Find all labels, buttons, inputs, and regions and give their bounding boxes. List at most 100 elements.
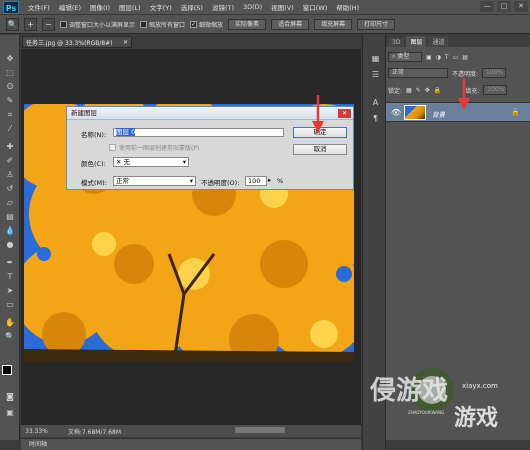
- layer-name-input[interactable]: 图层 0: [113, 128, 284, 137]
- brush-tool-icon[interactable]: ✐: [4, 155, 16, 166]
- checkbox-box[interactable]: [140, 20, 148, 28]
- close-tab-icon[interactable]: ✕: [123, 39, 128, 46]
- resize-windows-checkbox[interactable]: 调整窗口大小以满屏显示: [60, 20, 135, 29]
- marquee-tool-icon[interactable]: ⬚: [4, 67, 16, 78]
- tab-channels[interactable]: 通道: [428, 36, 449, 47]
- menu-view[interactable]: 视图(V): [271, 2, 294, 12]
- eyedropper-tool-icon[interactable]: ⁄: [4, 123, 16, 134]
- lock-all-icon[interactable]: 🔒: [434, 87, 441, 94]
- color-value: 无: [123, 158, 131, 166]
- checkbox-box-checked[interactable]: ✓: [190, 20, 198, 28]
- blur-tool-icon[interactable]: 💧: [4, 225, 16, 236]
- zoom-level[interactable]: 33.33%: [25, 428, 48, 435]
- opacity-stepper-icon[interactable]: ▸: [268, 176, 271, 184]
- menu-help[interactable]: 帮助(H): [336, 2, 359, 12]
- menu-edit[interactable]: 编辑(E): [59, 2, 81, 12]
- zoom-all-checkbox[interactable]: 缩放所有窗口: [140, 20, 185, 29]
- healing-brush-tool-icon[interactable]: ✚: [4, 141, 16, 152]
- watermark-brand: 侵游戏: [370, 376, 449, 406]
- quick-select-tool-icon[interactable]: ✎: [4, 95, 16, 106]
- close-button[interactable]: ✕: [514, 1, 528, 12]
- shape-tool-icon[interactable]: ▭: [4, 299, 16, 310]
- character-panel-icon[interactable]: A: [369, 97, 382, 109]
- layer-blend-mode-select[interactable]: 正常: [388, 68, 448, 78]
- checkbox-box[interactable]: [60, 20, 67, 28]
- panel-tabs: 3D 图层 通道: [386, 35, 530, 47]
- opacity-input[interactable]: 100: [245, 176, 267, 186]
- actual-pixels-button[interactable]: 实际像素: [228, 18, 267, 30]
- document-tab[interactable]: 任务三.jpg @ 33.3%(RGB/8#) ✕: [22, 36, 132, 48]
- scrubby-zoom-checkbox[interactable]: ✓ 细微缩放: [190, 20, 223, 29]
- zoom-in-icon[interactable]: +: [24, 17, 37, 31]
- shape-filter-icon[interactable]: ▭: [453, 54, 459, 61]
- zoom-tool-side-icon[interactable]: 🔍: [4, 331, 16, 342]
- fill-screen-button[interactable]: 填充屏幕: [314, 18, 353, 30]
- photoshop-logo: Ps: [3, 0, 19, 14]
- eraser-tool-icon[interactable]: ▱: [4, 197, 16, 208]
- history-brush-tool-icon[interactable]: ↺: [4, 183, 16, 194]
- cancel-button[interactable]: 取消: [293, 144, 347, 155]
- history-panel-icon[interactable]: ▦: [369, 53, 382, 65]
- layer-name-value: 图层 0: [116, 128, 136, 136]
- checkbox-box[interactable]: [109, 144, 116, 151]
- kind-filter-select[interactable]: ⌕ 类型: [388, 52, 422, 62]
- zoom-all-label: 缩放所有窗口: [149, 21, 186, 29]
- adjustment-filter-icon[interactable]: ◑: [436, 54, 441, 61]
- color-select[interactable]: ✕ 无 ▾: [113, 157, 189, 167]
- window-controls: — □ ✕: [480, 1, 528, 12]
- lasso-tool-icon[interactable]: ʘ: [4, 81, 16, 92]
- crop-tool-icon[interactable]: ⌗: [4, 109, 16, 120]
- visibility-eye-icon[interactable]: 👁: [391, 108, 401, 117]
- maximize-button[interactable]: □: [497, 1, 511, 12]
- type-filter-icon[interactable]: T: [445, 54, 449, 61]
- quick-mask-icon[interactable]: ◙: [4, 391, 16, 402]
- smart-filter-icon[interactable]: ▤: [462, 54, 468, 61]
- screen-mode-icon[interactable]: ▣: [4, 407, 16, 418]
- blend-mode-select[interactable]: 正常 ▾: [113, 176, 196, 186]
- gradient-tool-icon[interactable]: ▤: [4, 211, 16, 222]
- lock-position-icon[interactable]: ✥: [425, 87, 430, 94]
- pen-tool-icon[interactable]: ✒: [4, 257, 16, 268]
- paragraph-panel-icon[interactable]: ¶: [369, 113, 382, 125]
- dialog-title-bar: 新建图层 ✕: [67, 107, 353, 120]
- tab-layers[interactable]: 图层: [406, 36, 427, 47]
- properties-panel-icon[interactable]: ☰: [369, 69, 382, 81]
- zoom-out-icon[interactable]: −: [42, 17, 55, 31]
- toolbox: ✥ ⬚ ʘ ✎ ⌗ ⁄ ✚ ✐ ♙ ↺ ▱ ▤ 💧 ● ✒ T ➤ ▭ ✋ 🔍 …: [0, 35, 20, 440]
- menu-3d[interactable]: 3D(D): [243, 3, 262, 11]
- dialog-title: 新建图层: [71, 109, 97, 117]
- new-layer-dialog: 新建图层 ✕ 名称(N): 图层 0 使用前一图层创建剪贴蒙版(P) 颜色(C)…: [66, 106, 354, 190]
- path-select-tool-icon[interactable]: ➤: [4, 285, 16, 296]
- type-tool-icon[interactable]: T: [4, 271, 16, 282]
- menu-select[interactable]: 选择(S): [181, 2, 203, 12]
- timeline-tab[interactable]: 时间轴: [21, 438, 361, 450]
- layer-name[interactable]: 背景: [432, 109, 445, 119]
- foreground-color-swatch[interactable]: [2, 365, 12, 375]
- lock-transparency-icon[interactable]: ▦: [406, 87, 412, 94]
- horizontal-scrollbar-thumb[interactable]: [235, 427, 285, 433]
- chevron-down-icon: ▾: [189, 177, 193, 185]
- minimize-button[interactable]: —: [480, 1, 494, 12]
- lock-pixels-icon[interactable]: ✎: [416, 87, 421, 94]
- name-label: 名称(N):: [81, 131, 107, 139]
- clipping-mask-checkbox[interactable]: 使用前一图层创建剪贴蒙版(P): [109, 143, 199, 152]
- menu-window[interactable]: 窗口(W): [303, 2, 328, 12]
- fit-screen-button[interactable]: 适合屏幕: [271, 18, 310, 30]
- fill-input[interactable]: 100%: [483, 85, 508, 95]
- menu-layer[interactable]: 图层(L): [119, 2, 141, 12]
- menu-type[interactable]: 文字(Y): [150, 2, 172, 12]
- print-size-button[interactable]: 打印尺寸: [357, 18, 396, 30]
- tab-3d[interactable]: 3D: [388, 38, 405, 47]
- dodge-tool-icon[interactable]: ●: [4, 239, 16, 250]
- dialog-close-icon[interactable]: ✕: [338, 109, 351, 118]
- layer-thumbnail: [404, 105, 426, 120]
- zoom-tool-icon[interactable]: 🔍: [6, 17, 19, 31]
- menu-file[interactable]: 文件(F): [28, 2, 50, 12]
- menu-image[interactable]: 图像(I): [90, 2, 110, 12]
- hand-tool-icon[interactable]: ✋: [4, 317, 16, 328]
- move-tool-icon[interactable]: ✥: [4, 53, 16, 64]
- clone-stamp-tool-icon[interactable]: ♙: [4, 169, 16, 180]
- pixel-filter-icon[interactable]: ▣: [426, 54, 432, 61]
- panel-opacity-input[interactable]: 100%: [482, 68, 507, 78]
- menu-filter[interactable]: 滤镜(T): [212, 2, 234, 12]
